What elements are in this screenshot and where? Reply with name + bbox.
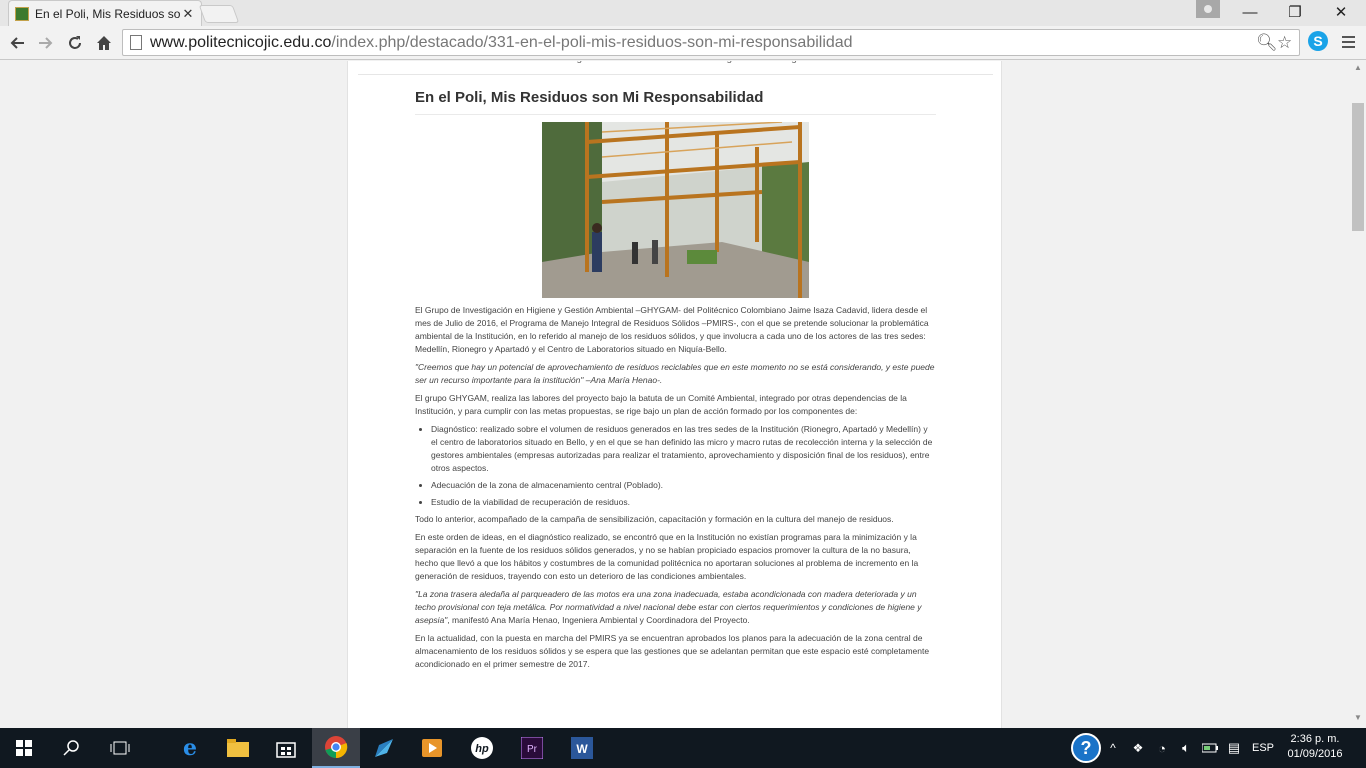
reload-button[interactable] [63, 31, 87, 55]
url-path: /index.php/destacado/331-en-el-poli-mis-… [331, 33, 853, 51]
home-button[interactable] [92, 31, 116, 55]
page-info-icon[interactable] [130, 35, 142, 50]
address-bar[interactable]: www.politecnicojic.edu.co/index.php/dest… [122, 29, 1300, 56]
scroll-up-icon[interactable]: ▲ [1350, 63, 1366, 75]
paragraph: El Grupo de Investigación en Higiene y G… [415, 305, 929, 354]
site-nav-item[interactable]: Acerca del Poli [409, 61, 476, 74]
back-arrow-icon [10, 37, 24, 49]
tab-close-icon[interactable]: ✕ [181, 6, 195, 22]
minimize-button[interactable]: — [1227, 0, 1273, 24]
page-scrollbar[interactable]: ▲ ▼ [1350, 61, 1366, 728]
chrome-icon[interactable] [312, 728, 360, 768]
windows-start-icon[interactable] [0, 728, 48, 768]
quote-paragraph: "La zona trasera aledaña al parqueadero … [415, 588, 936, 627]
svg-text:hp: hp [475, 743, 489, 755]
skype-icon[interactable]: S [1308, 31, 1328, 51]
volume-icon[interactable]: 🔈︎ [1174, 728, 1198, 768]
article-body: El Grupo de Investigación en Higiene y G… [415, 304, 936, 671]
site-nav-item[interactable]: Facultades [494, 61, 543, 74]
launcher-icon[interactable] [360, 728, 408, 768]
clock[interactable]: 2:36 p. m. 01/09/2016 [1284, 732, 1346, 762]
components-list: Diagnóstico: realizado sobre el volumen … [431, 423, 936, 509]
windows-taskbar: e hp Pr W ? ^ ❖ ◔ 🔈︎ ▤ ESP 2:36 p. m. 01… [0, 728, 1366, 768]
paragraph: En la actualidad, con la puesta en march… [415, 633, 930, 669]
user-icon [1204, 5, 1212, 13]
paragraph: Todo lo anterior, acompañado de la campa… [415, 514, 894, 524]
notifications-icon[interactable]: ▤ [1222, 728, 1246, 768]
list-item: Estudio de la viabilidad de recuperación… [431, 496, 936, 509]
list-item: Diagnóstico: realizado sobre el volumen … [431, 423, 936, 475]
article: En el Poli, Mis Residuos son Mi Responsa… [415, 89, 936, 676]
clock-time: 2:36 p. m. [1290, 733, 1340, 745]
site-nav-item[interactable]: Programas [561, 61, 610, 74]
tab-strip: En el Poli, Mis Residuos so ✕ — ❐ ✕ [0, 0, 1366, 26]
store-icon[interactable] [262, 728, 310, 768]
svg-text:Pr: Pr [527, 744, 538, 755]
svg-text:?: ? [1081, 738, 1092, 758]
site-nav-item[interactable]: Posgrados [774, 61, 822, 74]
scroll-down-icon[interactable]: ▼ [1350, 713, 1366, 725]
tab-title: En el Poli, Mis Residuos so [35, 6, 181, 21]
browser-tab[interactable]: En el Poli, Mis Residuos so ✕ [8, 0, 202, 26]
paragraph: El grupo GHYGAM, realiza las labores del… [415, 393, 907, 416]
word-icon[interactable]: W [558, 728, 606, 768]
hp-icon[interactable]: hp [458, 728, 506, 768]
new-tab-button[interactable] [198, 5, 240, 23]
scrollbar-thumb[interactable] [1352, 103, 1364, 231]
forward-arrow-icon [39, 37, 53, 49]
search-icon[interactable] [48, 728, 96, 768]
profile-button[interactable] [1196, 0, 1220, 18]
wifi-icon[interactable]: ◔ [1150, 728, 1174, 768]
home-icon [97, 36, 111, 50]
site-nav-item[interactable]: Bienestar [902, 61, 944, 74]
article-title: En el Poli, Mis Residuos son Mi Responsa… [415, 89, 936, 115]
site-nav-item[interactable]: Inicio [368, 61, 391, 74]
restore-button[interactable]: ❐ [1272, 0, 1318, 24]
premiere-icon[interactable]: Pr [508, 728, 556, 768]
tray-expand-icon[interactable]: ^ [1100, 728, 1126, 768]
battery-icon[interactable] [1198, 728, 1222, 768]
site-nav: Inicio Acerca del Poli Facultades Programas… [358, 61, 993, 75]
paragraph: En este orden de ideas, en el diagnóstic… [415, 532, 919, 581]
edge-icon[interactable]: e [166, 728, 214, 768]
site-nav-item[interactable]: Admisiones [628, 61, 680, 74]
url-host: www.politecnicojic.edu.co [150, 33, 332, 51]
media-player-icon[interactable] [408, 728, 456, 768]
clock-date: 01/09/2016 [1287, 748, 1343, 760]
file-explorer-icon[interactable] [214, 728, 262, 768]
page-container: Inicio Acerca del Poli Facultades Programas… [347, 61, 1002, 728]
tray-app-icon[interactable]: ❖ [1126, 728, 1150, 768]
language-indicator[interactable]: ESP [1246, 728, 1280, 768]
quote-attribution: , manifestó Ana María Henao, Ingeniera A… [447, 615, 750, 625]
article-photo [542, 122, 809, 298]
magnifier-icon[interactable]: 🔍︎ [1256, 33, 1278, 53]
site-favicon-icon [15, 6, 29, 21]
site-nav-item[interactable]: Investigación [698, 61, 756, 74]
browser-toolbar: www.politecnicojic.edu.co/index.php/dest… [0, 26, 1366, 60]
back-button[interactable] [5, 31, 29, 55]
reload-icon [69, 36, 81, 49]
site-nav-item[interactable]: Extensión [840, 61, 884, 74]
task-view-icon[interactable] [96, 728, 144, 768]
svg-text:W: W [576, 742, 588, 756]
close-window-button[interactable]: ✕ [1318, 0, 1364, 24]
list-item: Adecuación de la zona de almacenamiento … [431, 479, 936, 492]
star-icon[interactable]: ☆ [1277, 33, 1292, 53]
quote: "Creemos que hay un potencial de aprovec… [415, 362, 935, 385]
page-viewport: Inicio Acerca del Poli Facultades Programas… [0, 61, 1350, 728]
hamburger-menu-icon[interactable] [1338, 31, 1358, 53]
forward-button[interactable] [34, 31, 58, 55]
